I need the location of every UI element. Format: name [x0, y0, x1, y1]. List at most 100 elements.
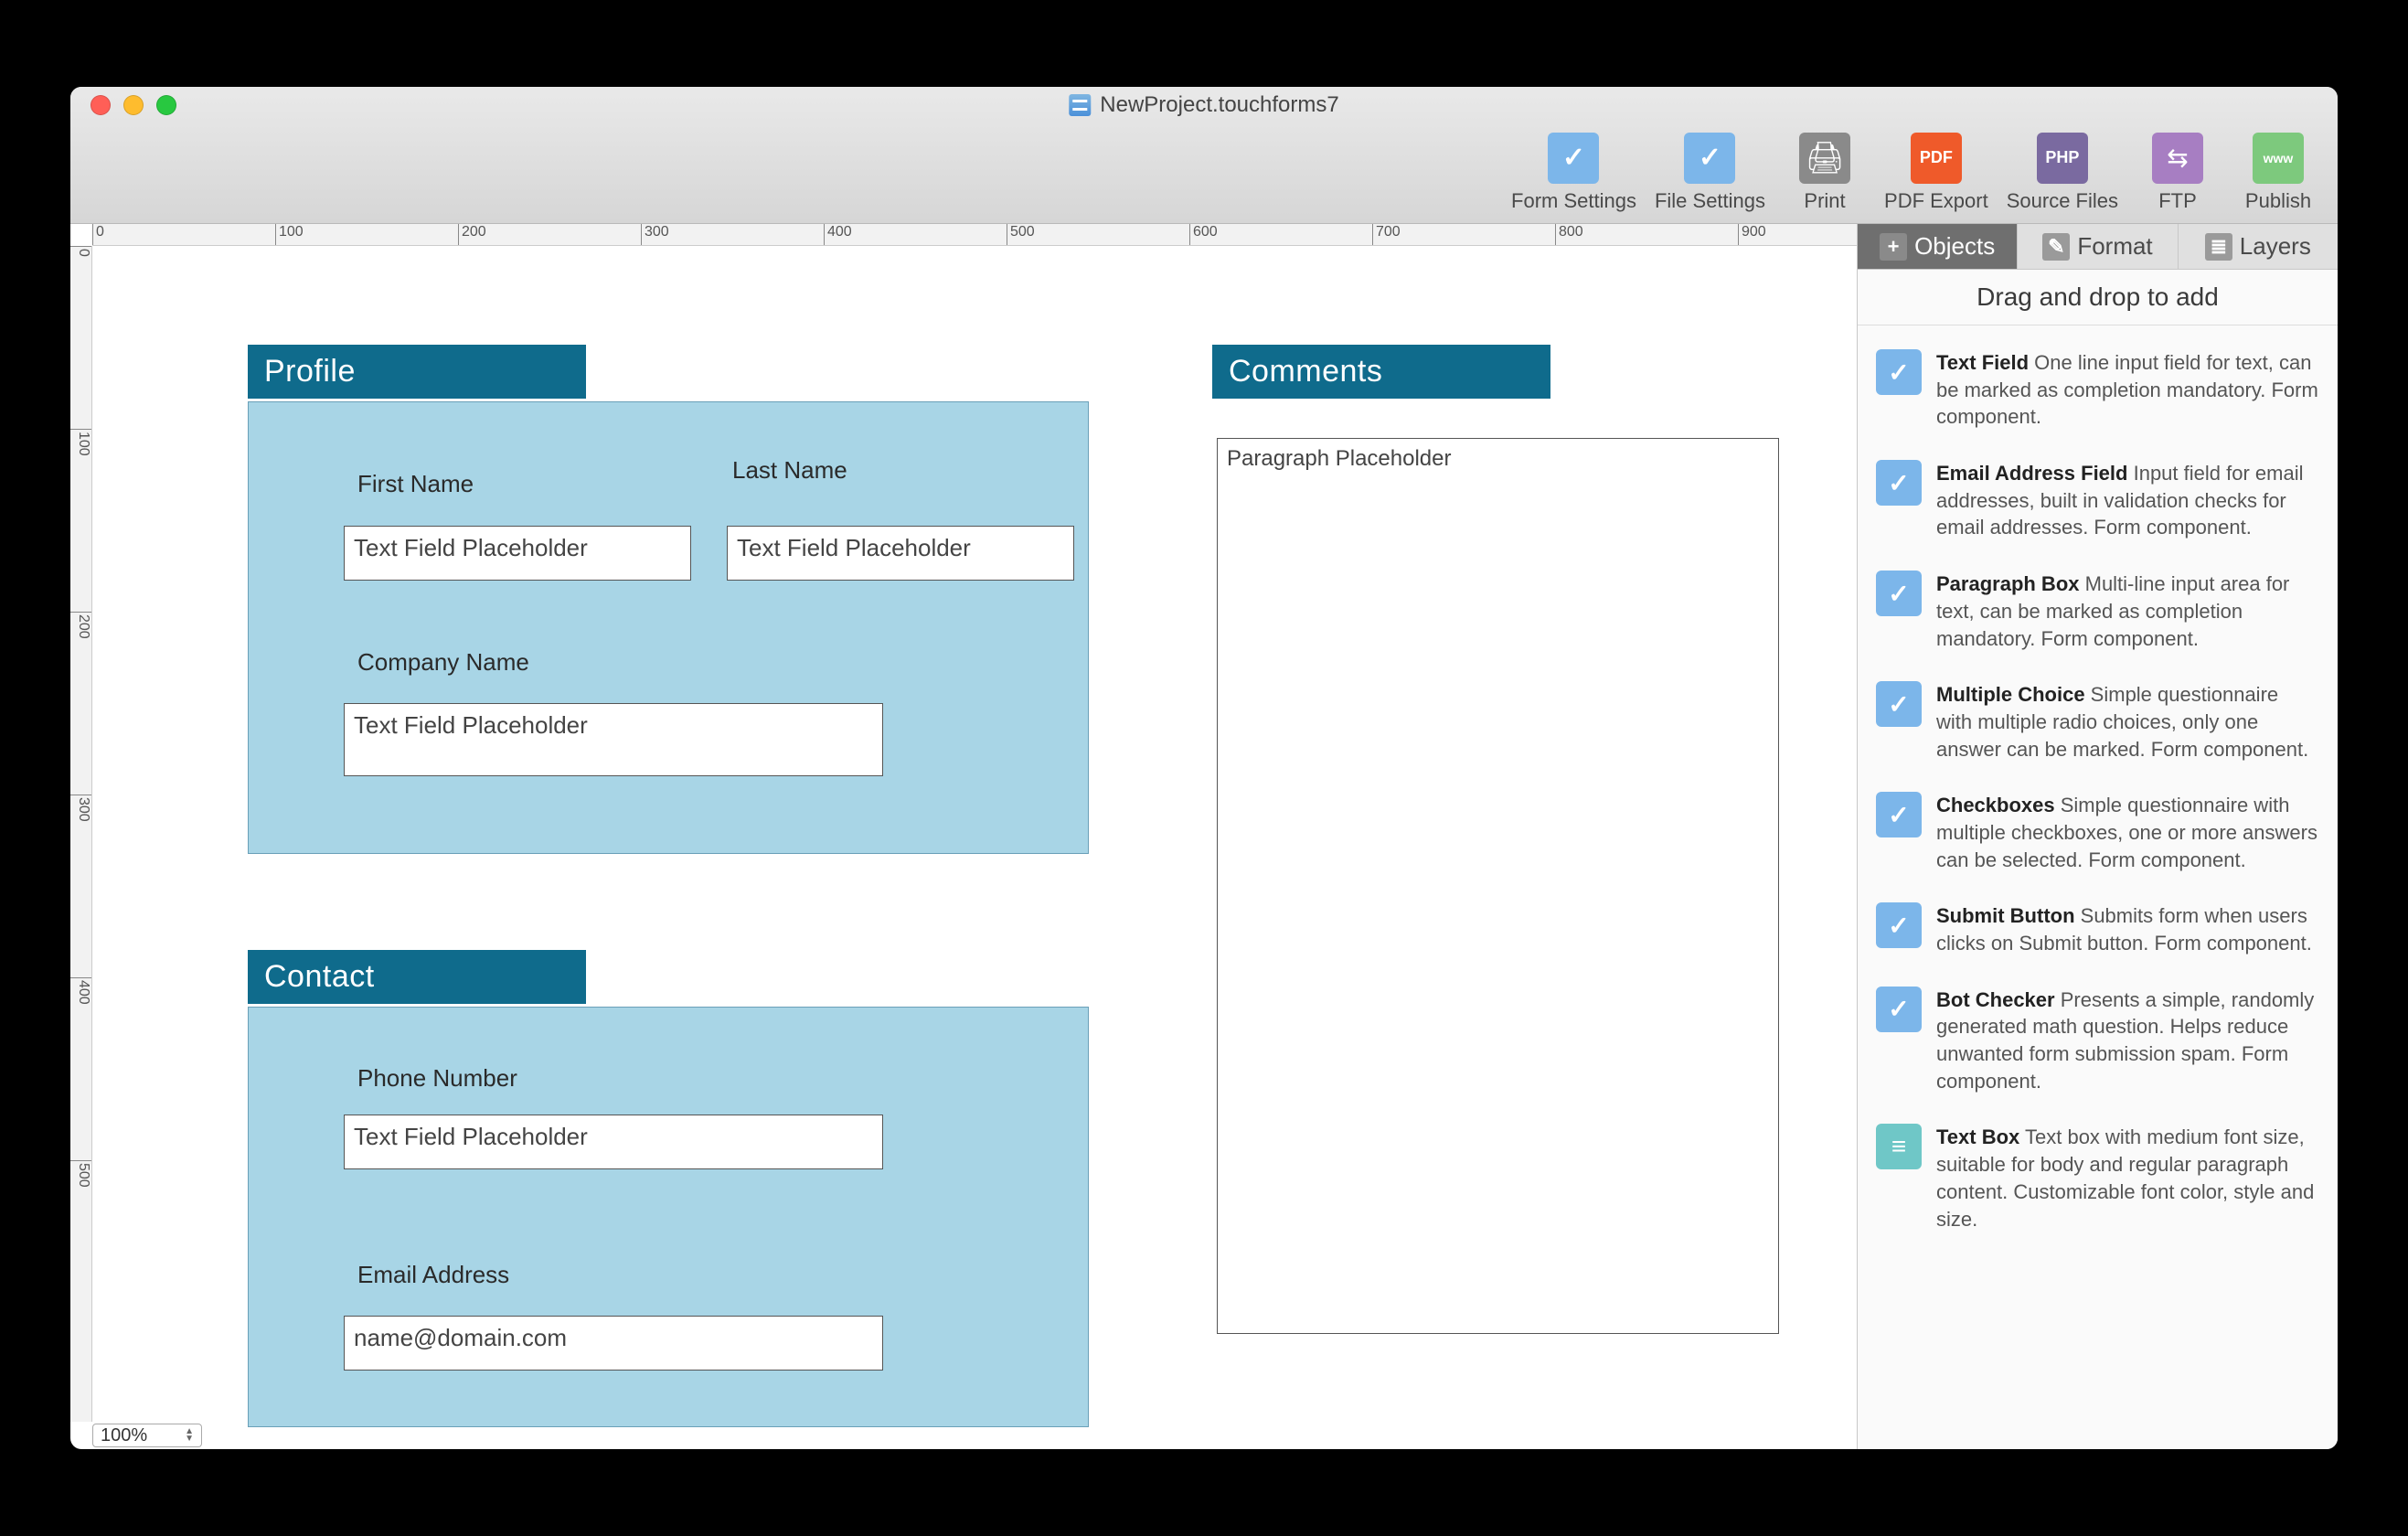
window-title-text: NewProject.touchforms7	[1100, 92, 1338, 118]
phone-number-label[interactable]: Phone Number	[357, 1064, 517, 1093]
multiple-choice-description: Multiple Choice Simple questionnaire wit…	[1936, 681, 2319, 763]
hruler-tick: 200	[458, 224, 486, 245]
object-submit-button[interactable]: Submit Button Submits form when users cl…	[1870, 888, 2325, 971]
submit-button-icon	[1876, 902, 1922, 948]
submit-button-description: Submit Button Submits form when users cl…	[1936, 902, 2319, 956]
toolbar-source-files[interactable]: Source Files	[2007, 133, 2118, 213]
form-settings-label: Form Settings	[1511, 189, 1636, 213]
plus-icon: +	[1880, 233, 1907, 261]
vruler-tick: 400	[70, 977, 91, 1005]
window-controls	[70, 95, 176, 115]
comments-title[interactable]: Comments	[1212, 345, 1550, 399]
paragraph-box-description: Paragraph Box Multi-line input area for …	[1936, 571, 2319, 652]
object-text-box[interactable]: Text Box Text box with medium font size,…	[1870, 1109, 2325, 1247]
object-email-field[interactable]: Email Address Field Input field for emai…	[1870, 445, 2325, 556]
email-address-label[interactable]: Email Address	[357, 1261, 509, 1289]
email-field-description: Email Address Field Input field for emai…	[1936, 460, 2319, 541]
publish-icon	[2253, 133, 2304, 184]
bot-checker-description: Bot Checker Presents a simple, randomly …	[1936, 987, 2319, 1095]
document-icon	[1069, 94, 1091, 116]
hruler-tick: 400	[824, 224, 852, 245]
close-window-button[interactable]	[91, 95, 111, 115]
last-name-field[interactable]: Text Field Placeholder	[727, 526, 1074, 581]
drag-drop-hint: Drag and drop to add	[1858, 270, 2338, 325]
ftp-icon	[2152, 133, 2203, 184]
toolbar-pdf-export[interactable]: PDF Export	[1884, 133, 1988, 213]
text-box-icon	[1876, 1124, 1922, 1169]
titlebar: NewProject.touchforms7 Form Settings Fil…	[70, 87, 2338, 224]
last-name-label[interactable]: Last Name	[732, 456, 847, 485]
checkboxes-icon	[1876, 792, 1922, 837]
pdf-export-icon	[1911, 133, 1962, 184]
ftp-label: FTP	[2158, 189, 2197, 213]
hruler-tick: 100	[275, 224, 304, 245]
layers-icon: ≣	[2205, 233, 2232, 261]
object-text-field[interactable]: Text Field One line input field for text…	[1870, 335, 2325, 445]
toolbar: Form Settings File Settings Print PDF Ex…	[70, 123, 2338, 223]
hruler-tick: 700	[1372, 224, 1401, 245]
file-settings-icon	[1684, 133, 1735, 184]
hruler-tick: 500	[1007, 224, 1035, 245]
print-icon	[1799, 133, 1850, 184]
vruler-tick: 200	[70, 612, 91, 639]
inspector-panel: + Objects ✎ Format ≣ Layers Drag and dro…	[1858, 224, 2338, 1449]
contact-title[interactable]: Contact	[248, 950, 586, 1004]
company-name-field[interactable]: Text Field Placeholder	[344, 703, 883, 776]
vertical-ruler: 0100200300400500	[70, 246, 92, 1422]
source-files-icon	[2037, 133, 2088, 184]
form-settings-icon	[1548, 133, 1599, 184]
objects-list[interactable]: Text Field One line input field for text…	[1858, 325, 2338, 1449]
object-checkboxes[interactable]: Checkboxes Simple questionnaire with mul…	[1870, 777, 2325, 888]
first-name-field[interactable]: Text Field Placeholder	[344, 526, 691, 581]
toolbar-ftp[interactable]: FTP	[2136, 133, 2219, 213]
toolbar-print[interactable]: Print	[1784, 133, 1866, 213]
toolbar-file-settings[interactable]: File Settings	[1655, 133, 1765, 213]
tab-objects[interactable]: + Objects	[1858, 224, 2018, 269]
first-name-label[interactable]: First Name	[357, 470, 474, 498]
vruler-tick: 0	[70, 246, 91, 257]
email-address-field[interactable]: name@domain.com	[344, 1316, 883, 1371]
profile-title[interactable]: Profile	[248, 345, 586, 399]
window-title: NewProject.touchforms7	[1069, 92, 1338, 118]
canvas-viewport[interactable]: Profile First Name Last Name Text Field …	[92, 246, 1857, 1449]
canvas-area: 0100200300400500600700800900 01002003004…	[70, 224, 1858, 1449]
checkboxes-description: Checkboxes Simple questionnaire with mul…	[1936, 792, 2319, 873]
toolbar-publish[interactable]: Publish	[2237, 133, 2319, 213]
object-multiple-choice[interactable]: Multiple Choice Simple questionnaire wit…	[1870, 667, 2325, 777]
tab-format[interactable]: ✎ Format	[2018, 224, 2178, 269]
hruler-tick: 0	[92, 224, 104, 245]
canvas[interactable]: Profile First Name Last Name Text Field …	[92, 246, 1802, 1380]
vruler-tick: 300	[70, 795, 91, 822]
vruler-tick: 500	[70, 1160, 91, 1188]
source-files-label: Source Files	[2007, 189, 2118, 213]
hruler-tick: 800	[1555, 224, 1583, 245]
zoom-stepper-icon[interactable]: ▲▼	[185, 1428, 194, 1443]
tab-layers-label: Layers	[2240, 232, 2311, 261]
inspector-tabs: + Objects ✎ Format ≣ Layers	[1858, 224, 2338, 270]
app-window: NewProject.touchforms7 Form Settings Fil…	[70, 87, 2338, 1449]
multiple-choice-icon	[1876, 681, 1922, 727]
comments-paragraph-box[interactable]: Paragraph Placeholder	[1217, 438, 1779, 1334]
print-label: Print	[1804, 189, 1845, 213]
tab-layers[interactable]: ≣ Layers	[2179, 224, 2338, 269]
minimize-window-button[interactable]	[123, 95, 144, 115]
company-name-label[interactable]: Company Name	[357, 648, 529, 677]
bot-checker-icon	[1876, 987, 1922, 1032]
pdf-export-label: PDF Export	[1884, 189, 1988, 213]
zoom-window-button[interactable]	[156, 95, 176, 115]
toolbar-form-settings[interactable]: Form Settings	[1511, 133, 1636, 213]
text-field-icon	[1876, 349, 1922, 395]
object-paragraph-box[interactable]: Paragraph Box Multi-line input area for …	[1870, 556, 2325, 667]
tab-format-label: Format	[2077, 232, 2152, 261]
tab-objects-label: Objects	[1914, 232, 1995, 261]
phone-number-field[interactable]: Text Field Placeholder	[344, 1115, 883, 1169]
object-bot-checker[interactable]: Bot Checker Presents a simple, randomly …	[1870, 972, 2325, 1110]
email-field-icon	[1876, 460, 1922, 506]
paragraph-box-icon	[1876, 571, 1922, 616]
hruler-tick: 600	[1189, 224, 1218, 245]
hruler-tick: 300	[641, 224, 669, 245]
file-settings-label: File Settings	[1655, 189, 1765, 213]
text-field-description: Text Field One line input field for text…	[1936, 349, 2319, 431]
zoom-selector[interactable]: 100% ▲▼	[92, 1424, 202, 1447]
publish-label: Publish	[2245, 189, 2311, 213]
